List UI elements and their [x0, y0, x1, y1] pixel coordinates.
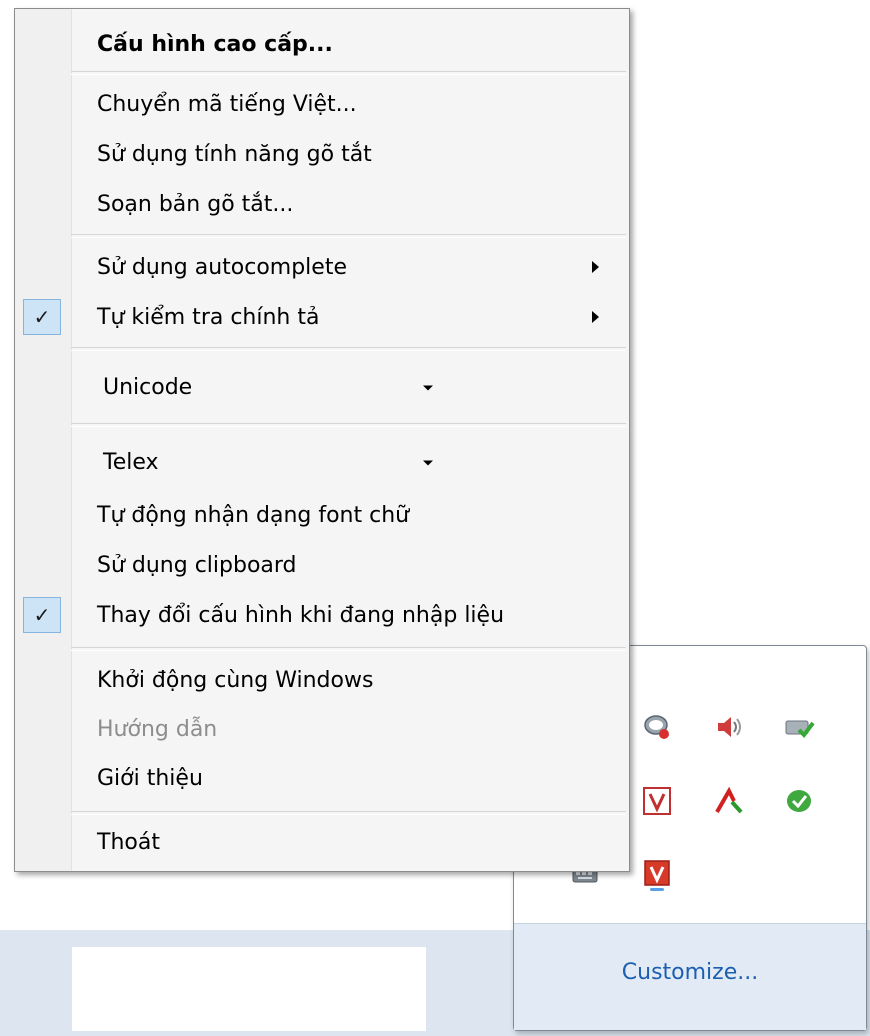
menu-separator: [71, 811, 626, 815]
menu-item-exit[interactable]: Thoát: [97, 822, 599, 862]
menu-separator: [71, 71, 626, 75]
encoding-dropdown-value: Unicode: [103, 374, 193, 400]
red-arrow-icon[interactable]: [712, 784, 746, 818]
tray-footer: Customize...: [514, 923, 866, 1030]
taskbar-blank-area: [72, 947, 426, 1031]
menu-separator: [71, 423, 626, 427]
menu-item-edit-shorthand[interactable]: Soạn bản gõ tắt...: [97, 184, 599, 224]
context-menu: Cấu hình cao cấp... Chuyển mã tiếng Việt…: [14, 8, 630, 872]
submenu-arrow-icon: [592, 311, 599, 323]
chat-bubble-icon[interactable]: [640, 710, 674, 744]
menu-icon-gutter: [15, 9, 72, 871]
menu-item-convert-encoding[interactable]: Chuyển mã tiếng Việt...: [97, 84, 599, 124]
menu-item-label: Sử dụng autocomplete: [97, 254, 347, 280]
menu-item-change-config-while-typing[interactable]: Thay đổi cấu hình khi đang nhập liệu: [97, 595, 599, 635]
menu-item-auto-detect-font[interactable]: Tự động nhận dạng font chữ: [97, 495, 599, 535]
chevron-down-icon: [423, 460, 433, 466]
speaker-icon[interactable]: [712, 710, 746, 744]
menu-item-start-with-windows[interactable]: Khởi động cùng Windows: [97, 660, 599, 700]
menu-separator: [71, 234, 626, 238]
menu-item-use-autocomplete[interactable]: Sử dụng autocomplete: [97, 247, 599, 287]
menu-item-spell-check[interactable]: Tự kiểm tra chính tả: [97, 297, 599, 337]
green-leaf-icon[interactable]: [782, 784, 816, 818]
menu-item-label: Tự kiểm tra chính tả: [97, 304, 320, 330]
vietkey-v-icon[interactable]: [640, 784, 674, 818]
menu-item-use-shorthand[interactable]: Sử dụng tính năng gõ tắt: [97, 134, 599, 174]
unikey-v-icon[interactable]: [640, 858, 674, 892]
chevron-down-icon: [423, 385, 433, 391]
checkmark-icon: ✓: [23, 299, 61, 335]
customize-link[interactable]: Customize...: [514, 960, 866, 985]
menu-separator: [71, 347, 626, 351]
input-method-dropdown-value: Telex: [103, 449, 159, 475]
submenu-arrow-icon: [592, 261, 599, 273]
menu-item-about[interactable]: Giới thiệu: [97, 758, 599, 798]
encoding-dropdown[interactable]: Unicode: [103, 367, 433, 407]
network-icon[interactable]: [782, 710, 816, 744]
menu-item-use-clipboard[interactable]: Sử dụng clipboard: [97, 545, 599, 585]
checkmark-icon: ✓: [23, 597, 61, 633]
menu-item-advanced-config[interactable]: Cấu hình cao cấp...: [97, 24, 599, 64]
input-method-dropdown[interactable]: Telex: [103, 442, 433, 482]
menu-separator: [71, 647, 626, 651]
menu-item-help: Hướng dẫn: [97, 716, 218, 742]
